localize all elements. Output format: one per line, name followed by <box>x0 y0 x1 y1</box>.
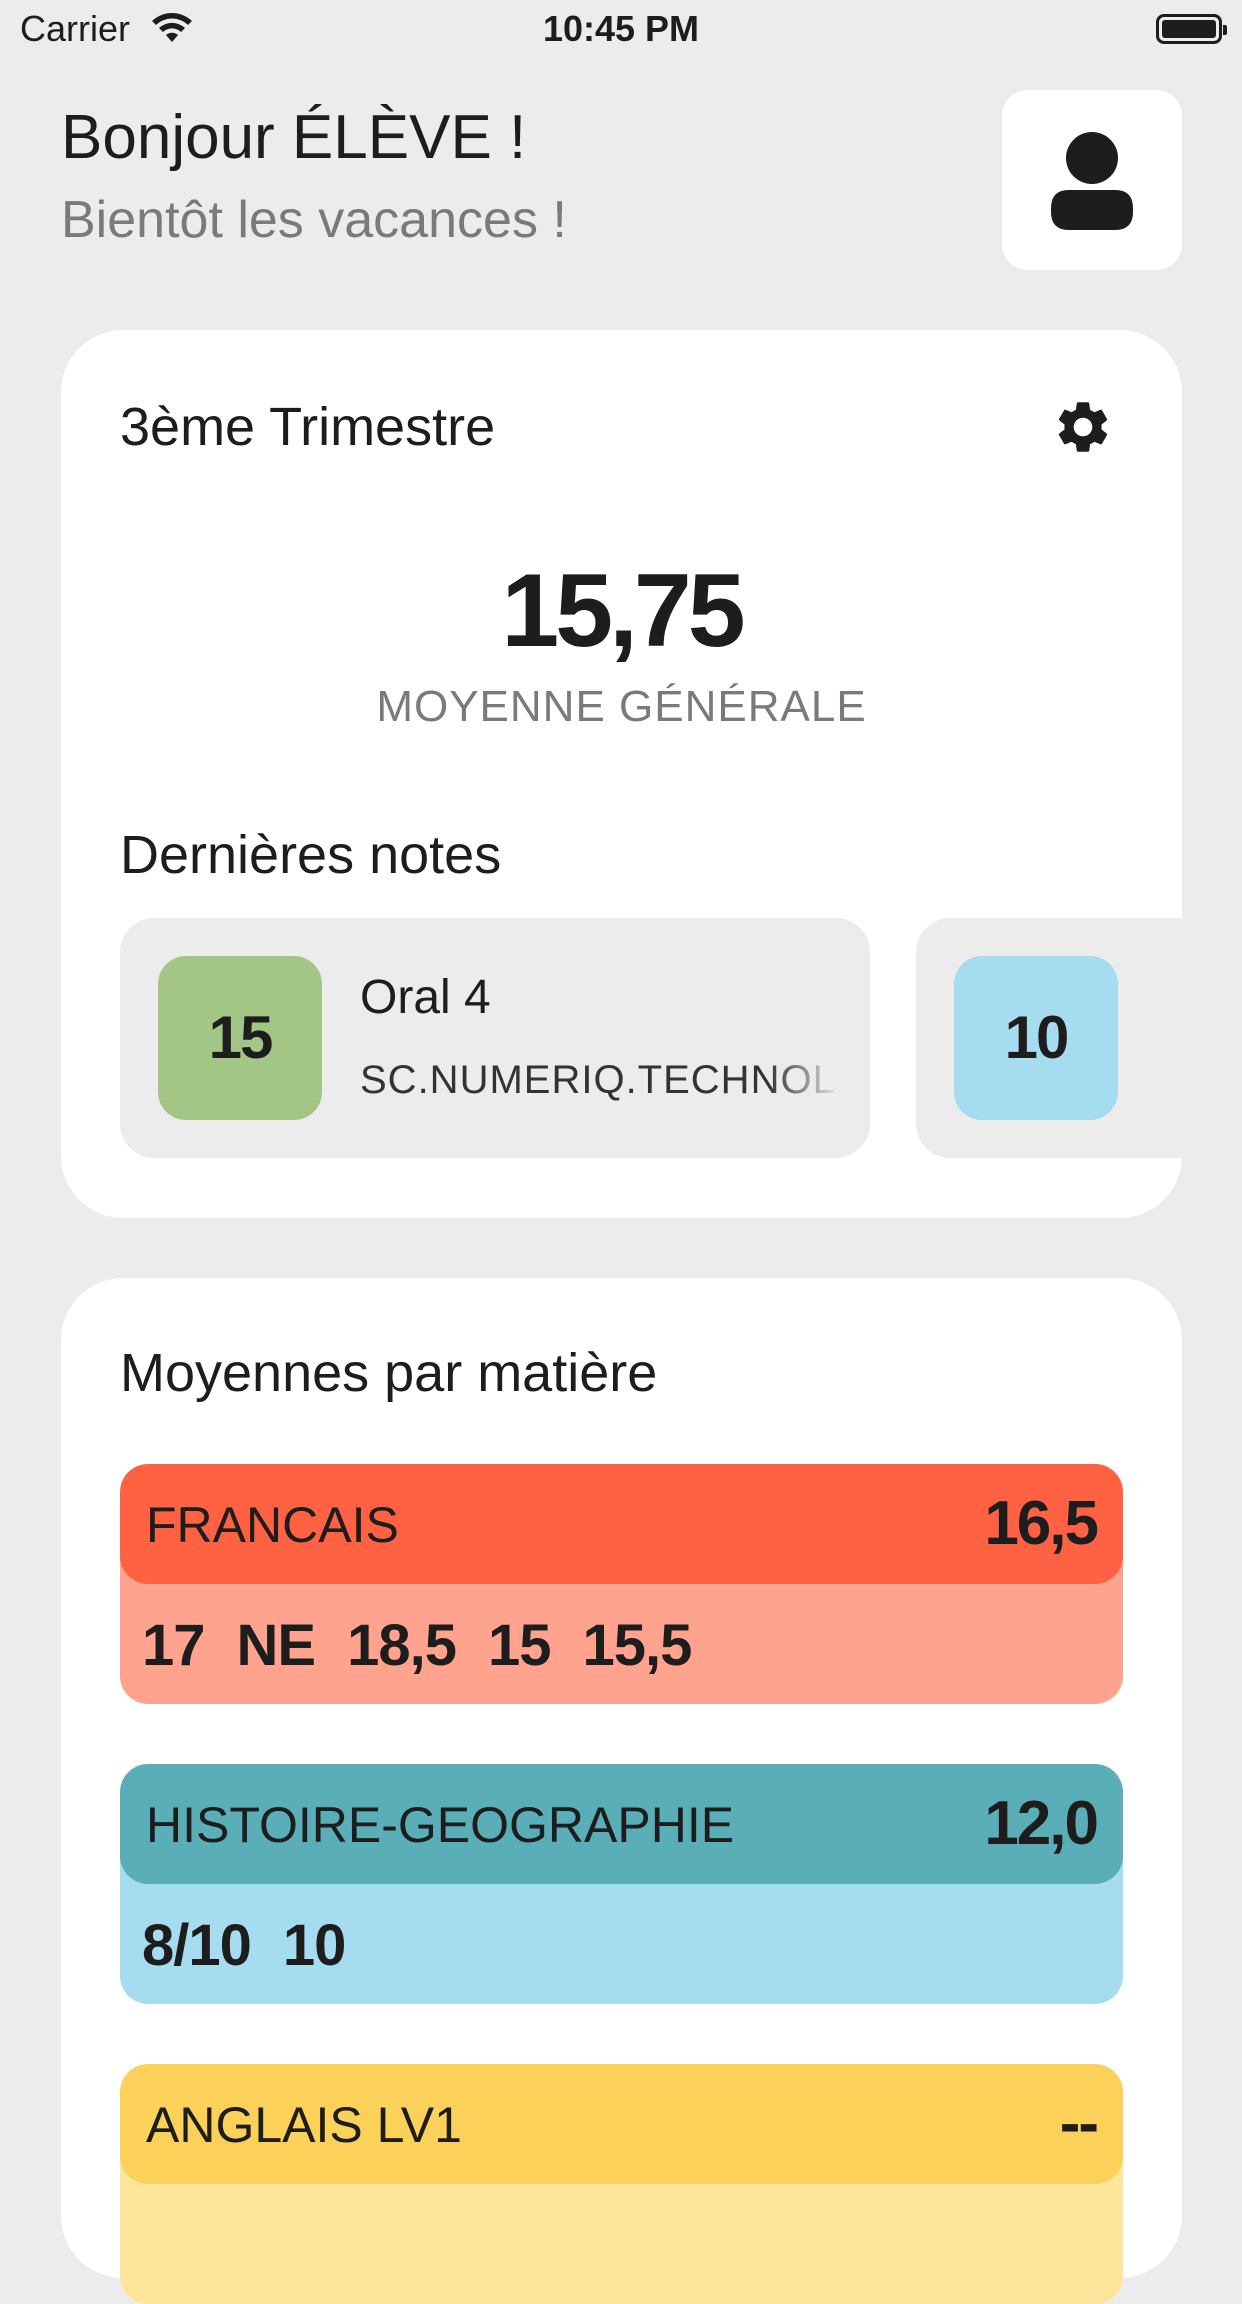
note-grade-badge: 15 <box>158 956 322 1120</box>
subject-header: ANGLAIS LV1 -- <box>120 2064 1123 2184</box>
subject-name: FRANCAIS <box>146 1497 399 1553</box>
greeting-title: Bonjour ÉLÈVE ! <box>61 103 527 172</box>
grade-value: 15,5 <box>582 1613 693 1678</box>
subject-header: HISTOIRE-GEOGRAPHIE 12,0 <box>120 1764 1123 1884</box>
subject-grades: 8/10 10 <box>142 1912 377 1979</box>
battery-icon <box>1156 14 1227 44</box>
subject-averages-card: Moyennes par matière FRANCAIS 16,5 17 NE 1… <box>61 1278 1182 2304</box>
note-grade-badge: 10 <box>954 956 1118 1120</box>
general-average-label: MOYENNE GÉNÉRALE <box>376 682 867 731</box>
grade-value: 15 <box>487 1613 552 1678</box>
subject-average: 16,5 <box>984 1489 1099 1558</box>
status-time: 10:45 PM <box>542 8 700 49</box>
subject-grades: 17 NE 18,5 15 15,5 <box>142 1612 723 1679</box>
general-average-value: 15,75 <box>501 553 745 669</box>
recent-notes-carousel[interactable]: 15 Oral 4 SC.NUMERIQ.TECHNOL 10 <box>120 918 1183 1158</box>
status-bar: Carrier 10:45 PM <box>0 0 1242 62</box>
subject-header: FRANCAIS 16,5 <box>120 1464 1123 1584</box>
subject-average: -- <box>1059 2089 1099 2158</box>
grade-value: 17 <box>142 1613 206 1678</box>
subject-average: 12,0 <box>984 1789 1099 1858</box>
grade-value: 10 <box>282 1913 347 1978</box>
note-title: Oral 4 <box>360 971 491 1024</box>
subject-name: ANGLAIS LV1 <box>146 2097 462 2153</box>
subject-averages-title: Moyennes par matière <box>120 1343 658 1403</box>
greeting-subtitle: Bientôt les vacances ! <box>61 191 567 249</box>
grade-value: 18,5 <box>347 1613 457 1678</box>
subject-name: HISTOIRE-GEOGRAPHIE <box>146 1797 735 1853</box>
term-title: 3ème Trimestre <box>120 397 496 457</box>
note-subject: SC.NUMERIQ.TECHNOL <box>360 1058 836 1102</box>
subject-row-histoire-geographie[interactable]: HISTOIRE-GEOGRAPHIE 12,0 8/10 10 <box>120 1764 1123 2004</box>
gear-icon[interactable] <box>1052 396 1114 458</box>
recent-note-card[interactable]: 10 <box>916 918 1183 1158</box>
profile-button[interactable] <box>1002 90 1182 270</box>
recent-note-card[interactable]: 15 Oral 4 SC.NUMERIQ.TECHNOL <box>120 918 870 1158</box>
recent-notes-title: Dernières notes <box>120 825 502 885</box>
subject-row-anglais-lv1[interactable]: ANGLAIS LV1 -- <box>120 2064 1123 2304</box>
term-card: 3ème Trimestre 15,75 MOYENNE GÉNÉRALE De… <box>61 330 1183 1218</box>
user-icon <box>1051 132 1133 230</box>
subject-row-francais[interactable]: FRANCAIS 16,5 17 NE 18,5 15 15,5 <box>120 1464 1123 1704</box>
grade-value: 8/10 <box>142 1913 252 1978</box>
grade-value: NE <box>236 1613 317 1678</box>
